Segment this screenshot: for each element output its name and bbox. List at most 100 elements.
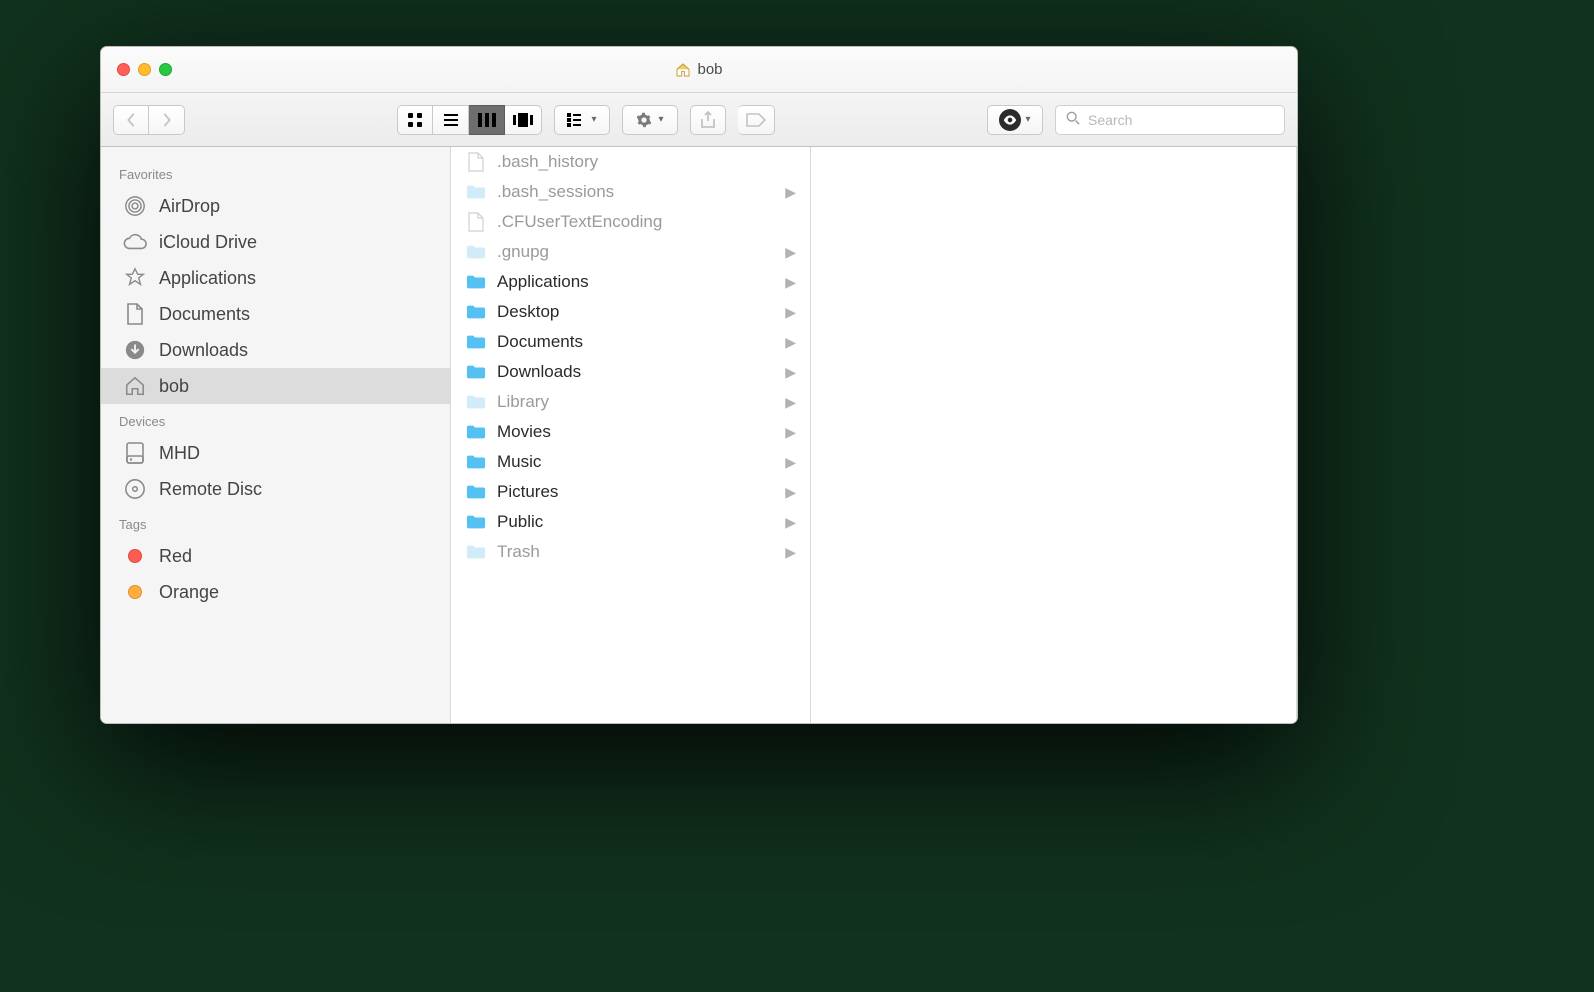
file-name: Documents bbox=[497, 332, 583, 352]
sidebar-item-applications[interactable]: Applications bbox=[101, 260, 450, 296]
folder-icon bbox=[465, 511, 487, 533]
chevron-right-icon: ▶ bbox=[785, 334, 796, 351]
column-view-button[interactable] bbox=[469, 105, 505, 135]
sidebar-item-label: MHD bbox=[159, 443, 200, 464]
file-row[interactable]: Applications ▶ bbox=[451, 267, 810, 297]
folder-icon bbox=[465, 271, 487, 293]
close-window-button[interactable] bbox=[117, 63, 130, 76]
folder-icon bbox=[465, 241, 487, 263]
file-row[interactable]: Movies ▶ bbox=[451, 417, 810, 447]
window-title-text: bob bbox=[697, 61, 722, 78]
file-row[interactable]: Public▶ bbox=[451, 507, 810, 537]
file-name: Music bbox=[497, 452, 541, 472]
zoom-window-button[interactable] bbox=[159, 63, 172, 76]
chevron-right-icon: ▶ bbox=[785, 244, 796, 261]
chevron-down-icon: ▾ bbox=[1025, 114, 1030, 125]
column-2[interactable] bbox=[811, 147, 1297, 723]
column-1[interactable]: .bash_history .bash_sessions ▶ .CFUserTextE… bbox=[451, 147, 811, 723]
sidebar-item-label: bob bbox=[159, 376, 189, 397]
share-button[interactable] bbox=[690, 105, 726, 135]
file-row[interactable]: .CFUserTextEncoding bbox=[451, 207, 810, 237]
sidebar-item-label: AirDrop bbox=[159, 196, 220, 217]
file-row[interactable]: Downloads ▶ bbox=[451, 357, 810, 387]
folder-icon bbox=[465, 541, 487, 563]
file-name: .bash_sessions bbox=[497, 182, 614, 202]
window-title: bob bbox=[101, 61, 1297, 78]
reveal-hidden-button[interactable]: ▾ bbox=[987, 105, 1043, 135]
forward-button[interactable] bbox=[149, 105, 185, 135]
search-icon bbox=[1066, 111, 1080, 128]
sidebar-item-downloads[interactable]: Downloads bbox=[101, 332, 450, 368]
chevron-right-icon: ▶ bbox=[785, 304, 796, 321]
group-by-button[interactable]: ▾ bbox=[554, 105, 610, 135]
chevron-right-icon: ▶ bbox=[785, 274, 796, 291]
file-row[interactable]: Desktop▶ bbox=[451, 297, 810, 327]
sidebar-item-label: Documents bbox=[159, 304, 250, 325]
tag-icon bbox=[123, 544, 147, 568]
file-row[interactable]: .bash_sessions ▶ bbox=[451, 177, 810, 207]
disc-icon bbox=[123, 477, 147, 501]
view-mode-buttons bbox=[397, 105, 542, 135]
content-area: FavoritesAirDropiCloud DriveApplications… bbox=[101, 147, 1297, 723]
disk-icon bbox=[123, 441, 147, 465]
icon-view-button[interactable] bbox=[397, 105, 433, 135]
sidebar-item-label: Applications bbox=[159, 268, 256, 289]
file-row[interactable]: .gnupg ▶ bbox=[451, 237, 810, 267]
finder-window: bob bbox=[100, 46, 1298, 724]
file-name: Public bbox=[497, 512, 543, 532]
file-name: Movies bbox=[497, 422, 551, 442]
sidebar-item-orange[interactable]: Orange bbox=[101, 574, 450, 610]
file-row[interactable]: .bash_history bbox=[451, 147, 810, 177]
cloud-icon bbox=[123, 230, 147, 254]
search-field[interactable] bbox=[1055, 105, 1285, 135]
file-name: Pictures bbox=[497, 482, 558, 502]
file-name: Applications bbox=[497, 272, 589, 292]
file-row[interactable]: Documents ▶ bbox=[451, 327, 810, 357]
action-menu-button[interactable]: ▾ bbox=[622, 105, 678, 135]
sidebar-item-remote-disc[interactable]: Remote Disc bbox=[101, 471, 450, 507]
file-row[interactable]: Trash▶ bbox=[451, 537, 810, 567]
folder-icon bbox=[465, 301, 487, 323]
sidebar-item-airdrop[interactable]: AirDrop bbox=[101, 188, 450, 224]
chevron-down-icon: ▾ bbox=[591, 114, 596, 125]
sidebar-item-label: Red bbox=[159, 546, 192, 567]
chevron-right-icon: ▶ bbox=[785, 184, 796, 201]
apps-icon bbox=[123, 266, 147, 290]
sidebar-item-label: Downloads bbox=[159, 340, 248, 361]
toolbar: ▾ ▾ ▾ bbox=[101, 93, 1297, 147]
file-row[interactable]: Library ▶ bbox=[451, 387, 810, 417]
column-browser: .bash_history .bash_sessions ▶ .CFUserTextE… bbox=[451, 147, 1297, 723]
gallery-view-button[interactable] bbox=[505, 105, 542, 135]
chevron-right-icon: ▶ bbox=[785, 424, 796, 441]
folder-icon bbox=[465, 361, 487, 383]
list-view-button[interactable] bbox=[433, 105, 469, 135]
file-name: Downloads bbox=[497, 362, 581, 382]
file-name: Library bbox=[497, 392, 549, 412]
file-row[interactable]: Pictures ▶ bbox=[451, 477, 810, 507]
tags-button[interactable] bbox=[738, 105, 775, 135]
sidebar-item-documents[interactable]: Documents bbox=[101, 296, 450, 332]
chevron-right-icon: ▶ bbox=[785, 484, 796, 501]
tag-icon bbox=[123, 580, 147, 604]
sidebar-item-label: Remote Disc bbox=[159, 479, 262, 500]
home-icon bbox=[123, 374, 147, 398]
eye-icon bbox=[999, 109, 1021, 131]
file-row[interactable]: Music▶ bbox=[451, 447, 810, 477]
minimize-window-button[interactable] bbox=[138, 63, 151, 76]
arrange-group: ▾ bbox=[554, 105, 610, 135]
sidebar-item-red[interactable]: Red bbox=[101, 538, 450, 574]
folder-icon bbox=[465, 391, 487, 413]
file-name: .gnupg bbox=[497, 242, 549, 262]
chevron-right-icon: ▶ bbox=[785, 394, 796, 411]
search-input[interactable] bbox=[1086, 111, 1274, 129]
download-icon bbox=[123, 338, 147, 362]
chevron-right-icon: ▶ bbox=[785, 364, 796, 381]
folder-icon bbox=[465, 451, 487, 473]
sidebar-item-mhd[interactable]: MHD bbox=[101, 435, 450, 471]
sidebar-item-bob[interactable]: bob bbox=[101, 368, 450, 404]
back-button[interactable] bbox=[113, 105, 149, 135]
home-icon bbox=[675, 62, 691, 78]
action-group: ▾ bbox=[622, 105, 678, 135]
sidebar-item-label: Orange bbox=[159, 582, 219, 603]
sidebar-item-icloud-drive[interactable]: iCloud Drive bbox=[101, 224, 450, 260]
